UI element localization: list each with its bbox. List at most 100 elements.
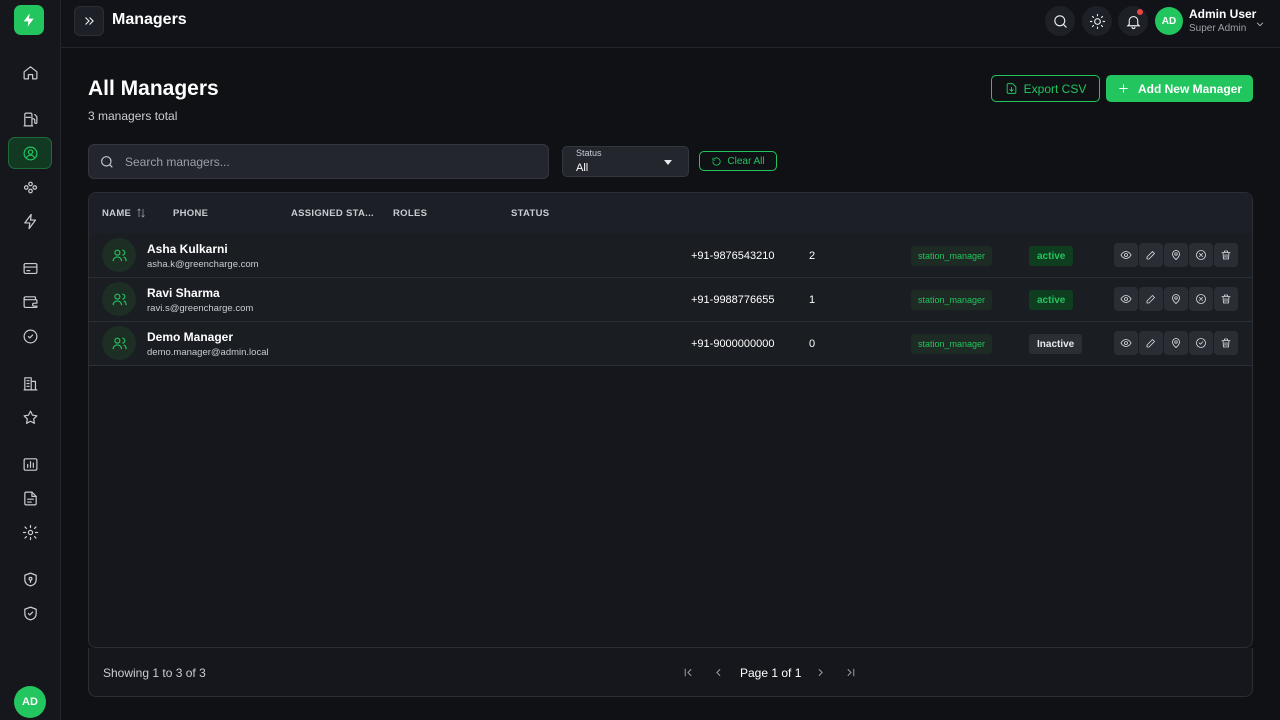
status-select[interactable]: Status All [562,146,689,177]
manager-email: asha.k@greencharge.com [147,259,259,270]
top-bar: Managers AD Admin User Super Admin [61,0,1280,48]
column-header-name[interactable]: NAME [102,208,131,219]
app-logo[interactable] [14,5,44,35]
plus-icon [1119,84,1128,93]
star-icon[interactable] [8,401,52,433]
shield-lock-icon[interactable] [8,563,52,595]
clear-all-button[interactable]: Clear All [699,151,777,171]
last-page-button[interactable] [842,664,858,680]
pencil-icon [1146,251,1155,260]
manager-avatar [102,326,136,360]
badge-icon[interactable] [8,320,52,352]
chevron-left-icon [715,668,720,676]
pencil-icon [1146,295,1155,304]
users-icon [112,293,127,305]
add-new-manager-label: Add New Manager [1137,81,1242,96]
deactivate-button[interactable] [1189,243,1213,267]
managers-table: NAME PHONE ASSIGNED STA... ROLES STATUS … [88,192,1253,648]
edit-button[interactable] [1139,287,1163,311]
sidebar: AD [0,0,61,720]
view-button[interactable] [1114,287,1138,311]
user-role: Super Admin [1189,23,1247,34]
activate-button[interactable] [1189,331,1213,355]
notifications-button[interactable] [1118,6,1148,36]
status-badge: Inactive [1029,334,1083,354]
search-icon [1053,14,1067,28]
search-box [88,144,549,179]
manager-email: ravi.s@greencharge.com [147,303,254,314]
export-csv-button[interactable]: Export CSV [991,75,1100,102]
table-header: NAME PHONE ASSIGNED STA... ROLES STATUS [89,193,1252,234]
chart-icon[interactable] [8,448,52,480]
assigned-stations-count: 0 [809,338,816,350]
user-avatar[interactable]: AD [1155,7,1183,35]
edit-button[interactable] [1139,331,1163,355]
previous-page-button[interactable] [710,664,726,680]
check-circle-icon [1196,338,1206,348]
managers-total: 3 managers total [88,109,178,123]
chevron-down-icon[interactable] [1255,16,1265,27]
x-circle-icon [1196,250,1206,260]
file-icon[interactable] [8,482,52,514]
table-row[interactable]: Demo Manager demo.manager@admin.local +9… [89,322,1252,366]
shield-check-icon[interactable] [8,597,52,629]
expand-sidebar-button[interactable] [74,6,104,36]
building-icon[interactable] [8,367,52,399]
column-header-status: STATUS [511,208,550,219]
manager-avatar [102,282,136,316]
manager-email: demo.manager@admin.local [147,347,269,358]
card-icon[interactable] [8,252,52,284]
next-page-button[interactable] [812,664,828,680]
refresh-icon [712,156,721,166]
manager-phone: +91-9000000000 [691,338,775,350]
eye-icon [1120,339,1132,347]
users-group-icon[interactable] [8,171,52,203]
assign-location-button[interactable] [1164,287,1188,311]
delete-button[interactable] [1214,331,1238,355]
table-row[interactable]: Ravi Sharma ravi.s@greencharge.com +91-9… [89,278,1252,322]
fuel-station-icon[interactable] [8,103,52,135]
home-icon[interactable] [8,56,52,88]
eye-icon [1120,251,1132,259]
view-button[interactable] [1114,331,1138,355]
chevrons-right-icon [85,17,94,25]
caret-down-icon [664,160,672,165]
row-actions [1114,287,1238,311]
user-name[interactable]: Admin User [1189,7,1256,21]
x-circle-icon [1196,294,1206,304]
role-badge: station_manager [911,246,993,266]
map-pin-icon [1172,338,1180,348]
chevrons-left-first-icon [684,668,692,676]
wallet-icon[interactable] [8,286,52,318]
first-page-button[interactable] [680,664,696,680]
row-actions [1114,331,1238,355]
edit-button[interactable] [1139,243,1163,267]
status-badge: active [1029,246,1074,266]
assign-location-button[interactable] [1164,243,1188,267]
deactivate-button[interactable] [1189,287,1213,311]
export-csv-label: Export CSV [1023,81,1087,96]
search-input[interactable] [125,153,525,171]
search-button[interactable] [1045,6,1075,36]
gear-icon[interactable] [8,516,52,548]
manager-icon[interactable] [8,137,52,169]
delete-button[interactable] [1214,287,1238,311]
role-badge: station_manager [911,334,993,354]
bolt-icon[interactable] [8,205,52,237]
table-row[interactable]: Asha Kulkarni asha.k@greencharge.com +91… [89,234,1252,278]
showing-range: Showing 1 to 3 of 3 [103,666,206,680]
download-icon [1006,83,1016,94]
view-button[interactable] [1114,243,1138,267]
delete-button[interactable] [1214,243,1238,267]
bolt-logo-icon [23,13,34,27]
map-pin-icon [1172,294,1180,304]
notification-dot [1137,9,1143,15]
chevrons-right-last-icon [846,668,854,676]
sort-icon[interactable] [135,206,147,218]
bell-icon [1125,15,1141,29]
theme-toggle-button[interactable] [1082,6,1112,36]
users-icon [112,249,127,261]
sidebar-avatar[interactable]: AD [14,686,46,718]
add-new-manager-button[interactable]: Add New Manager [1106,75,1253,102]
assign-location-button[interactable] [1164,331,1188,355]
